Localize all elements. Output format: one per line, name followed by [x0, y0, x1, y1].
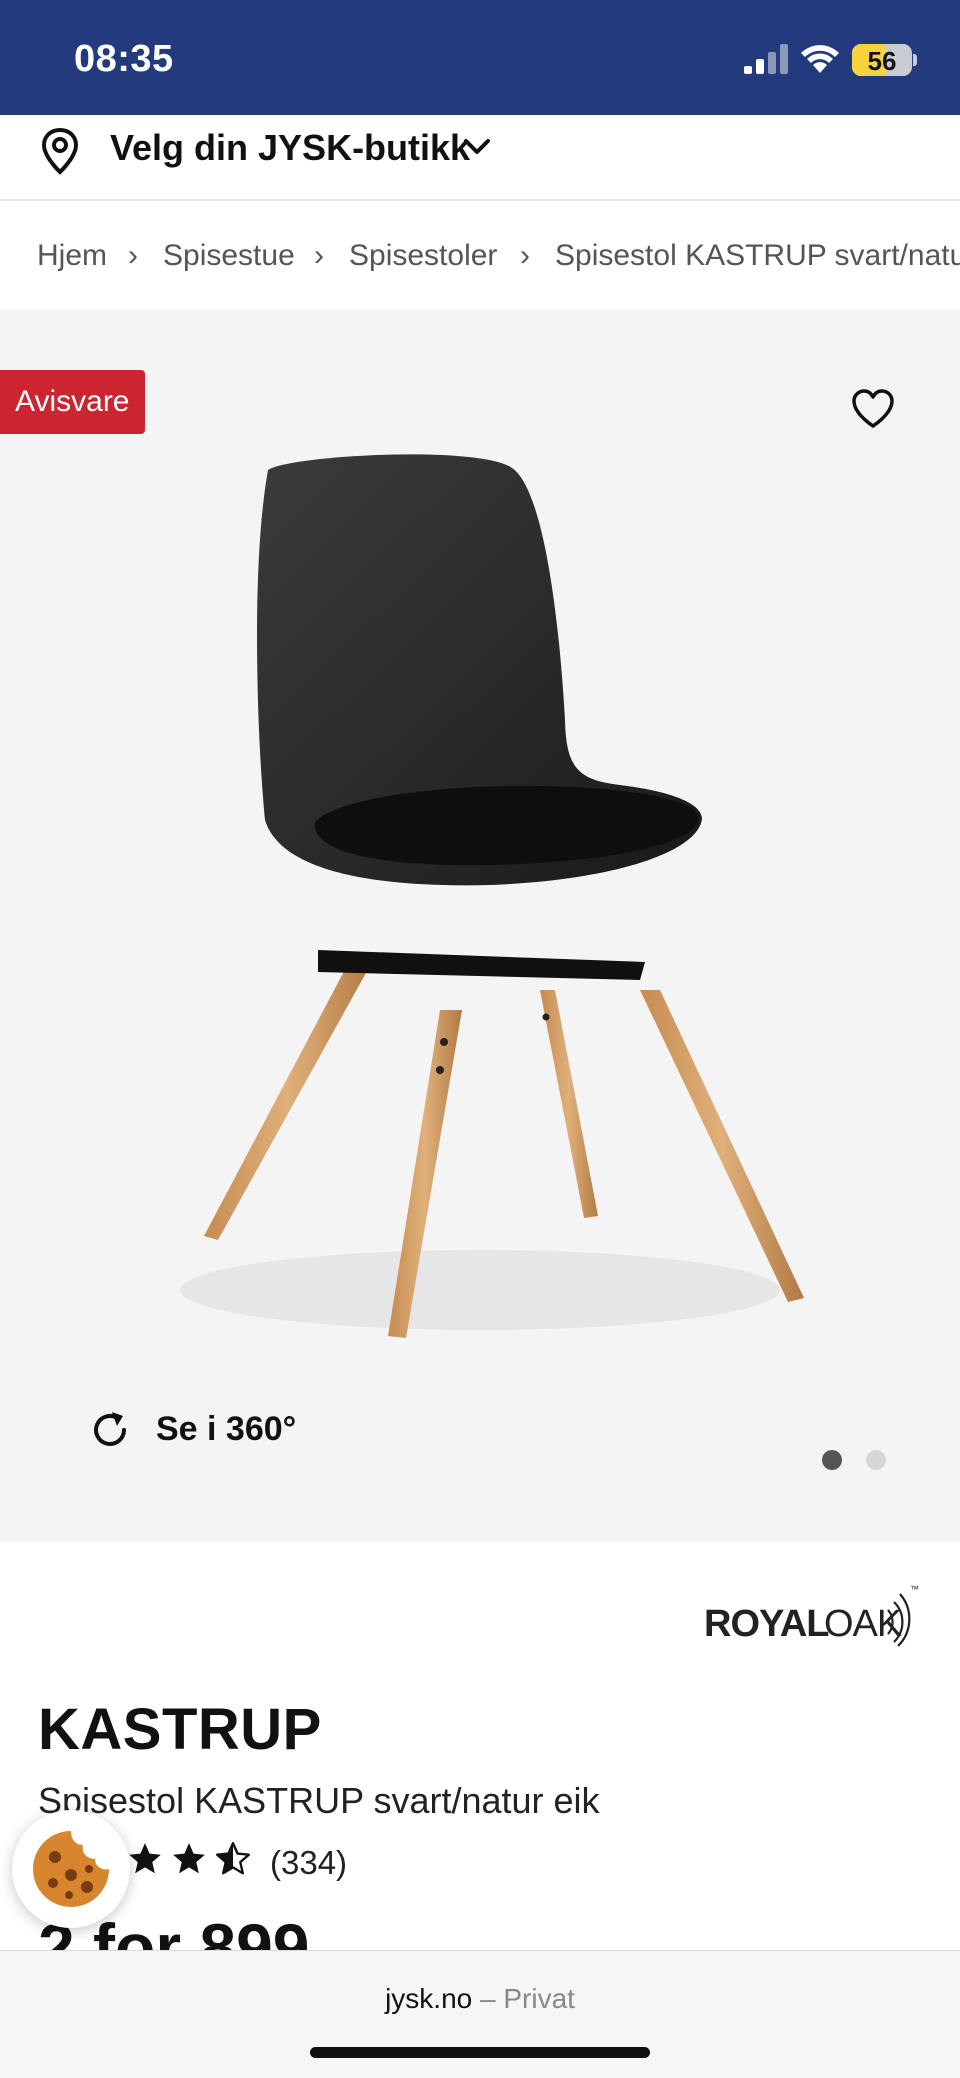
brand-logo-bold: ROYAL — [704, 1603, 829, 1645]
private-mode-label: Privat — [503, 1983, 575, 2014]
gallery-dot-active[interactable] — [822, 1450, 842, 1470]
star-full-icon — [173, 1843, 205, 1874]
browser-url-bar[interactable]: jysk.no – Privat — [0, 1950, 960, 2078]
cookie-settings-button[interactable] — [12, 1810, 130, 1928]
battery-level: 56 — [867, 46, 897, 76]
store-selector-label: Velg din JYSK-butikk — [110, 127, 471, 168]
view-360-label: Se i 360° — [156, 1410, 297, 1448]
wifi-icon — [801, 45, 839, 73]
brand-logo: ROYAL OAK ™ — [704, 1584, 919, 1647]
breadcrumb-dining-chairs[interactable]: Spisestoler — [349, 239, 497, 273]
product-image — [180, 454, 804, 1338]
newspaper-offer-badge: Avisvare — [0, 370, 145, 434]
breadcrumb-separator-icon: › — [128, 239, 138, 272]
location-pin-icon — [41, 127, 79, 175]
status-time: 08:35 — [74, 38, 174, 80]
store-selector[interactable]: Velg din JYSK-butikk — [0, 115, 960, 201]
product-gallery[interactable]: Avisvare Se i 360° — [0, 310, 960, 1542]
url-line: jysk.no – Privat — [0, 1983, 960, 2015]
brand-logo-light: OAK — [824, 1603, 902, 1645]
status-bar: 08:35 56 — [0, 0, 960, 115]
home-indicator[interactable] — [310, 2047, 650, 2058]
heart-icon[interactable] — [850, 388, 896, 430]
product-description: Spisestol KASTRUP svart/natur eik — [38, 1780, 600, 1821]
battery-indicator: 56 — [852, 44, 912, 76]
review-count: (334) — [270, 1844, 348, 1881]
cellular-signal-icon — [744, 44, 788, 74]
chevron-down-icon — [464, 139, 490, 154]
url-domain: jysk.no — [385, 1983, 473, 2014]
battery-tip — [913, 54, 917, 66]
breadcrumb-separator-icon: › — [314, 239, 324, 272]
product-name: KASTRUP — [38, 1697, 322, 1762]
breadcrumb-separator-icon: › — [520, 239, 530, 272]
url-separator: – — [480, 1983, 496, 2014]
breadcrumb-dining-room[interactable]: Spisestue — [163, 239, 295, 273]
gallery-dot[interactable] — [866, 1450, 886, 1470]
star-half-icon — [215, 1841, 251, 1875]
rotate-icon — [94, 1412, 126, 1446]
cookie-icon — [33, 1831, 109, 1907]
breadcrumb: Hjem › Spisestue › Spisestoler › Spisest… — [0, 203, 960, 309]
breadcrumb-home[interactable]: Hjem — [37, 239, 107, 273]
brand-logo-trademark: ™ — [910, 1584, 919, 1594]
breadcrumb-current: Spisestol KASTRUP svart/natur eik — [555, 239, 960, 272]
star-full-icon — [129, 1843, 161, 1874]
